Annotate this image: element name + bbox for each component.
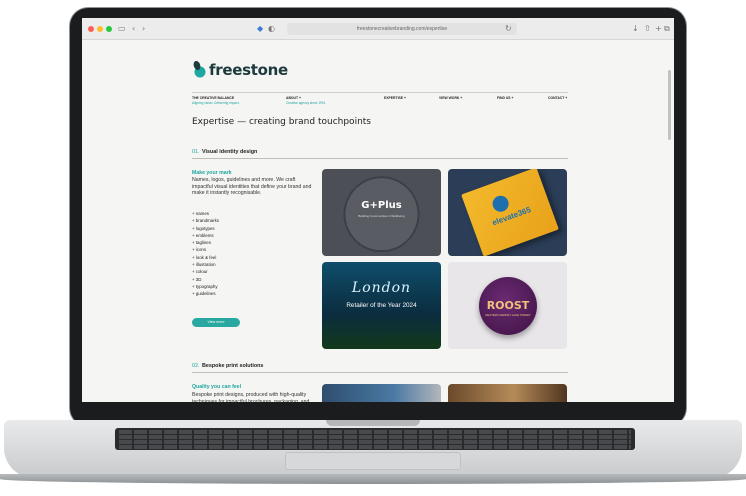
page-title: Expertise — creating brand touchpoints (192, 117, 371, 127)
section-title: Bespoke print solutions (202, 363, 264, 369)
maximize-window-button[interactable] (106, 26, 112, 32)
section-number: 01. (192, 149, 200, 155)
services-list: names brandmarks logotypes emblems tagli… (192, 210, 312, 298)
main-navigation: THE CREATIVE BALANCE Aligning vision. De… (192, 92, 568, 108)
tile-title: ROOST (486, 299, 530, 312)
tile-subtitle: DEXTERS MARKET LAKE STREET (485, 313, 531, 317)
key-row (119, 440, 631, 444)
elevate-logo-icon (490, 193, 511, 214)
key-row (119, 430, 631, 434)
extension-icon[interactable]: ◆ (257, 23, 263, 35)
nav-item-creative-balance[interactable]: THE CREATIVE BALANCE Aligning vision. De… (192, 96, 239, 106)
section-intro-body: Names, logos, guidelines and more. We cr… (192, 177, 312, 197)
nav-item-about[interactable]: ABOUT + Creative agency since 1991 (286, 96, 325, 106)
list-item: names (192, 210, 312, 217)
nav-label: EXPERTISE + (384, 96, 406, 100)
list-item: taglines (192, 239, 312, 246)
nav-label: ABOUT + (286, 96, 301, 100)
list-item: icons (192, 246, 312, 253)
forward-icon[interactable]: › (142, 23, 145, 35)
list-item: typography (192, 283, 312, 290)
brochure-image: elevate365 (461, 169, 559, 256)
tab-overview-icon[interactable]: ⧉ (664, 23, 670, 35)
roost-badge-image: ROOST DEXTERS MARKET LAKE STREET (479, 277, 537, 335)
sidebar-icon[interactable]: ▭ (118, 23, 126, 35)
project-tile-elevate365[interactable]: elevate365 (448, 169, 567, 256)
section-header-print: 02. Bespoke print solutions (192, 363, 568, 373)
nav-label: THE CREATIVE BALANCE (192, 96, 235, 100)
tile-title: London (351, 280, 412, 296)
project-tile-packaging[interactable] (448, 384, 567, 402)
nav-label: VIEW WORK + (439, 96, 463, 100)
project-tile-london[interactable]: London Retailer of the Year 2024 (322, 262, 441, 349)
tile-subtitle: Building Communities in Wellbeing (358, 214, 405, 218)
minimize-window-button[interactable] (97, 26, 103, 32)
key-row (119, 445, 631, 449)
new-tab-icon[interactable]: + (655, 23, 662, 35)
browser-window: ▭ ‹ › ◆ ◐ freestonecreativebranding.com/… (82, 18, 674, 402)
freestone-logo-icon (193, 61, 206, 78)
list-item: 3D (192, 276, 312, 283)
project-tile-print-brochure[interactable] (322, 384, 441, 402)
project-tile-gplus[interactable]: G+Plus Building Communities in Wellbeing (322, 169, 441, 256)
list-item: look & feel (192, 254, 312, 261)
privacy-icon[interactable]: ◐ (268, 23, 275, 35)
laptop-base-edge (0, 474, 746, 484)
laptop-mockup: ▭ ‹ › ◆ ◐ freestonecreativebranding.com/… (0, 0, 746, 496)
keyboard (115, 428, 635, 450)
list-item: colour (192, 268, 312, 275)
tile-caption: Retailer of the Year 2024 (346, 302, 417, 309)
list-item: illustration (192, 261, 312, 268)
project-tile-roost[interactable]: ROOST DEXTERS MARKET LAKE STREET (448, 262, 567, 349)
tile-title: G+Plus (361, 200, 402, 211)
list-item: brandmarks (192, 217, 312, 224)
share-icon[interactable]: ⇧ (644, 23, 651, 35)
browser-toolbar: ▭ ‹ › ◆ ◐ freestonecreativebranding.com/… (82, 18, 674, 40)
section-number: 02. (192, 363, 200, 369)
list-item: guidelines (192, 290, 312, 297)
web-page: freestone THE CREATIVE BALANCE Aligning … (82, 40, 674, 402)
view-more-button[interactable]: View more (192, 318, 240, 327)
back-icon[interactable]: ‹ (132, 23, 135, 35)
section-header-visual-identity: 01. Visual identity design (192, 149, 568, 159)
reload-icon[interactable]: ↻ (505, 23, 512, 35)
nav-item-expertise[interactable]: EXPERTISE + (384, 96, 406, 101)
tile-title: elevate365 (490, 205, 533, 228)
brand-name: freestone (209, 61, 288, 79)
laptop-hinge-notch (326, 420, 420, 426)
url-text: freestonecreativebranding.com/expertise (356, 26, 448, 32)
list-item: emblems (192, 232, 312, 239)
section-intro-title: Make your mark (192, 170, 232, 176)
scrollbar[interactable] (668, 70, 671, 140)
nav-item-contact[interactable]: CONTACT + (548, 96, 567, 101)
list-item: logotypes (192, 225, 312, 232)
section-title: Visual identity design (202, 149, 258, 155)
close-window-button[interactable] (88, 26, 94, 32)
nav-item-find-us[interactable]: FIND US + (497, 96, 514, 101)
trackpad (285, 452, 461, 470)
nav-sublabel: Creative agency since 1991 (286, 101, 326, 105)
nav-label: FIND US + (497, 96, 514, 100)
nav-sublabel: Aligning vision. Delivering impact. (192, 101, 240, 105)
nav-item-view-work[interactable]: VIEW WORK + (439, 96, 462, 101)
section-intro-body: Bespoke print designs, produced with hig… (192, 392, 310, 402)
section-intro-title: Quality you can feel (192, 384, 242, 390)
download-icon[interactable]: ↓ (632, 23, 639, 35)
key-row (119, 435, 631, 439)
address-bar[interactable]: freestonecreativebranding.com/expertise (287, 23, 517, 35)
nav-label: CONTACT + (548, 96, 568, 100)
